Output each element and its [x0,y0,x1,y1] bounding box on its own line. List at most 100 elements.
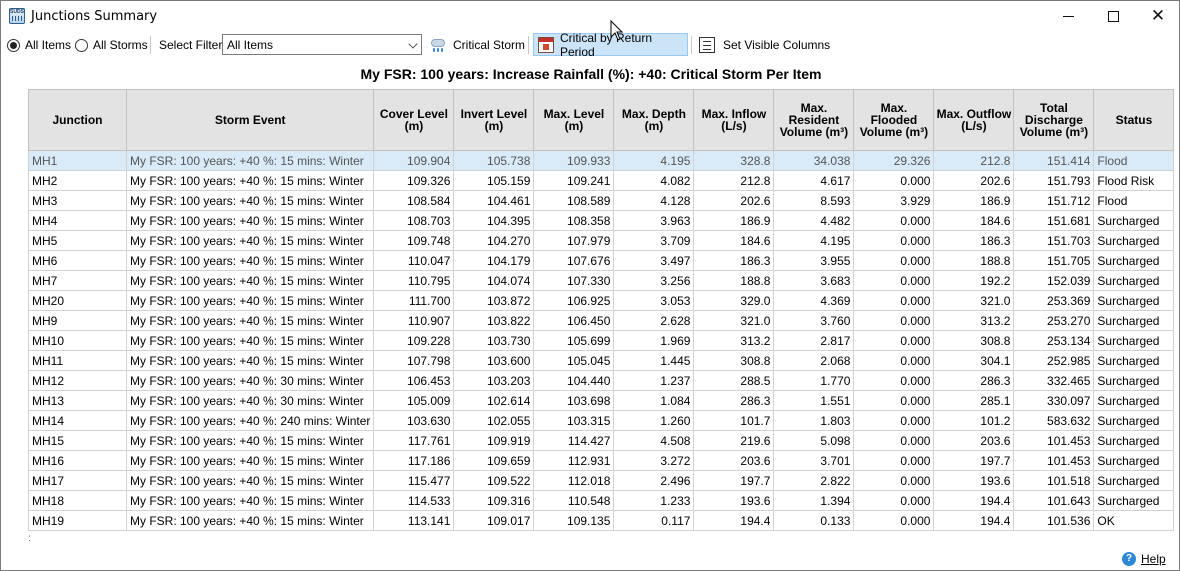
table-cell: MH13 [28,390,127,411]
table-row[interactable]: MH2 My FSR: 100 years: +40 %: 15 mins: Wi… [28,170,1175,191]
status-separator: : [28,533,31,544]
table-row[interactable]: MH15 My FSR: 100 years: +40 %: 15 mins: W… [28,430,1175,451]
table-cell: 0.000 [853,270,935,291]
critical-storm-button[interactable]: Critical Storm [425,33,529,57]
column-header-max-level[interactable]: Max. Level (m) [533,89,615,151]
table-cell: 4.195 [773,230,855,251]
close-button[interactable]: ✕ [1135,1,1180,32]
table-row[interactable]: MH9 My FSR: 100 years: +40 %: 15 mins: Wi… [28,310,1175,331]
column-header-storm-event[interactable]: Storm Event [125,89,375,151]
maximize-button[interactable] [1090,1,1136,32]
table-cell: 328.8 [693,150,775,171]
table-body: MH1 My FSR: 100 years: +40 %: 15 mins: Wi… [28,150,1175,531]
table-cell: Surcharged [1093,230,1175,251]
table-cell: 4.508 [613,430,695,451]
table-cell: 152.039 [1013,270,1095,291]
table-cell: 110.907 [373,310,455,331]
table-cell: 188.8 [693,270,775,291]
table-cell: 3.683 [773,270,855,291]
all-storms-label: All Storms [93,38,148,52]
table-cell: 285.1 [933,390,1015,411]
table-cell: 4.369 [773,290,855,311]
table-cell: Flood [1093,150,1175,171]
table-cell: 3.963 [613,210,695,231]
table-row[interactable]: MH3 My FSR: 100 years: +40 %: 15 mins: Wi… [28,190,1175,211]
table-cell: 109.135 [533,510,615,531]
table-cell: 104.179 [453,250,535,271]
column-header-junction[interactable]: Junction [28,89,127,151]
table-cell: 106.450 [533,310,615,331]
column-header-cover-level[interactable]: Cover Level (m) [373,89,455,151]
table-cell: 0.000 [853,430,935,451]
table-cell: 1.394 [773,490,855,511]
table-row[interactable]: MH12 My FSR: 100 years: +40 %: 30 mins: W… [28,370,1175,391]
table-row[interactable]: MH20 My FSR: 100 years: +40 %: 15 mins: W… [28,290,1175,311]
minimize-icon [1062,16,1074,17]
table-cell: 1.445 [613,350,695,371]
table-cell: Surcharged [1093,250,1175,271]
table-cell: 101.453 [1013,450,1095,471]
table-cell: My FSR: 100 years: +40 %: 15 mins: Winte… [126,490,375,511]
table-cell: Surcharged [1093,430,1175,451]
column-header-max-inflow[interactable]: Max. Inflow (L/s) [693,89,775,151]
table-cell: 197.7 [693,470,775,491]
table-row[interactable]: MH17 My FSR: 100 years: +40 %: 15 mins: W… [28,470,1175,491]
help-link[interactable]: ? Help [1122,552,1166,566]
table-cell: 0.000 [853,490,935,511]
table-cell: Surcharged [1093,210,1175,231]
table-cell: My FSR: 100 years: +40 %: 15 mins: Winte… [126,290,375,311]
table-cell: 101.7 [693,410,775,431]
table-cell: 0.000 [853,370,935,391]
table-cell: 104.074 [453,270,535,291]
table-cell: 2.496 [613,470,695,491]
table-cell: My FSR: 100 years: +40 %: 15 mins: Winte… [126,430,375,451]
table-cell: 105.699 [533,330,615,351]
table-cell: 29.326 [853,150,935,171]
filter-select[interactable]: All Items [222,34,422,55]
table-row[interactable]: MH19 My FSR: 100 years: +40 %: 15 mins: W… [28,510,1175,531]
table-row[interactable]: MH18 My FSR: 100 years: +40 %: 15 mins: W… [28,490,1175,511]
table-cell: 219.6 [693,430,775,451]
table-cell: 109.933 [533,150,615,171]
table-cell: 110.548 [533,490,615,511]
column-header-status[interactable]: Status [1093,89,1175,151]
table-cell: Surcharged [1093,450,1175,471]
column-header-max-resident-volume[interactable]: Max. Resident Volume (m³) [773,89,855,151]
storm-cloud-icon [429,37,447,53]
table-row[interactable]: MH14 My FSR: 100 years: +40 %: 240 mins: … [28,410,1175,431]
table-row[interactable]: MH7 My FSR: 100 years: +40 %: 15 mins: Wi… [28,270,1175,291]
table-cell: 109.919 [453,430,535,451]
table-row[interactable]: MH13 My FSR: 100 years: +40 %: 30 mins: W… [28,390,1175,411]
table-row[interactable]: MH10 My FSR: 100 years: +40 %: 15 mins: W… [28,330,1175,351]
table-cell: MH17 [28,470,127,491]
column-header-max-flooded-volume[interactable]: Max. Flooded Volume (m³) [853,89,935,151]
table-cell: 109.522 [453,470,535,491]
table-row[interactable]: MH11 My FSR: 100 years: +40 %: 15 mins: W… [28,350,1175,371]
set-visible-columns-button[interactable]: Set Visible Columns [695,33,834,57]
table-cell: 103.822 [453,310,535,331]
table-row[interactable]: MH4 My FSR: 100 years: +40 %: 15 mins: Wi… [28,210,1175,231]
table-cell: 1.237 [613,370,695,391]
table-cell: 115.477 [373,470,455,491]
column-header-invert-level[interactable]: Invert Level (m) [453,89,535,151]
table-cell: 151.712 [1013,190,1095,211]
table-cell: 109.241 [533,170,615,191]
table-row[interactable]: MH6 My FSR: 100 years: +40 %: 15 mins: Wi… [28,250,1175,271]
table-row[interactable]: MH16 My FSR: 100 years: +40 %: 15 mins: W… [28,450,1175,471]
column-header-total-discharge-volume[interactable]: Total Discharge Volume (m³) [1013,89,1095,151]
table-cell: 313.2 [693,330,775,351]
critical-storm-label: Critical Storm [453,38,526,52]
minimize-button[interactable] [1045,1,1091,32]
table-row[interactable]: MH1 My FSR: 100 years: +40 %: 15 mins: Wi… [28,150,1175,171]
all-items-radio[interactable]: All Items [7,33,71,57]
column-header-max-depth[interactable]: Max. Depth (m) [613,89,695,151]
table-cell: 186.9 [933,190,1015,211]
table-cell: 105.738 [453,150,535,171]
table-row[interactable]: MH5 My FSR: 100 years: +40 %: 15 mins: Wi… [28,230,1175,251]
table-cell: My FSR: 100 years: +40 %: 15 mins: Winte… [126,310,375,331]
all-storms-radio[interactable]: All Storms [75,33,148,57]
column-header-max-outflow[interactable]: Max. Outflow (L/s) [933,89,1015,151]
table-cell: 304.1 [933,350,1015,371]
table-cell: My FSR: 100 years: +40 %: 15 mins: Winte… [126,470,375,491]
table-cell: Surcharged [1093,270,1175,291]
